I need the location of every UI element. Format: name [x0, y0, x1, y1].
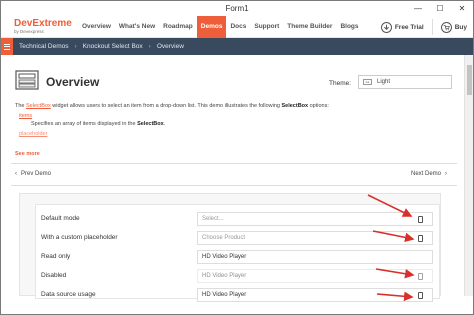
theme-selector[interactable]: Aa Light [358, 75, 452, 89]
breadcrumb-separator-icon: › [74, 43, 77, 50]
window-controls: — ☐ ✕ [407, 1, 473, 16]
selectbox-value: HD Video Player [202, 254, 247, 260]
nav-blogs[interactable]: Blogs [336, 16, 362, 38]
header-divider [431, 19, 433, 35]
breadcrumb-item: Overview [156, 43, 184, 50]
breadcrumb-item[interactable]: Knockout Select Box [83, 43, 143, 50]
see-more-link[interactable]: See more [15, 151, 40, 157]
logo-text: DevExtreme [14, 17, 72, 29]
selectbox-read-only[interactable]: HD Video Player [197, 250, 433, 264]
selectbox-default[interactable]: Select... [197, 212, 433, 226]
selectbox-data-source[interactable]: HD Video Player [197, 288, 433, 302]
breadcrumb: Technical Demos › Knockout Select Box › … [1, 38, 473, 55]
window-title: Form1 [225, 4, 249, 13]
option-placeholder-link[interactable]: placeholder [19, 131, 165, 137]
selectbox-value: HD Video Player [202, 292, 247, 298]
field-label: Data source usage [41, 291, 96, 298]
selectbox-placeholder: Choose Product [202, 235, 246, 241]
nav-demos[interactable]: Demos [196, 15, 227, 38]
selectbox-disabled: HD Video Player [197, 269, 433, 283]
nav-support[interactable]: Support [250, 16, 283, 38]
demo-form: Default mode Select... With a custom pla… [35, 204, 440, 302]
chevron-left-icon: ‹ [15, 171, 17, 177]
selectbox-custom-placeholder[interactable]: Choose Product [197, 231, 433, 245]
nav-docs[interactable]: Docs [226, 16, 250, 38]
field-label: With a custom placeholder [41, 234, 118, 241]
site-header: DevExtreme by Devexpress Overview What's… [1, 15, 473, 38]
row-data-source: Data source usage HD Video Player [36, 288, 436, 302]
divider [11, 185, 457, 186]
main-nav: Overview What's New Roadmap Demos Docs S… [78, 15, 363, 38]
devextreme-logo[interactable]: DevExtreme by Devexpress [1, 17, 72, 35]
demo-panel: Default mode Select... With a custom pla… [19, 193, 441, 302]
overview-illustration-icon [15, 70, 39, 90]
download-icon [380, 21, 392, 33]
theme-value: Light [377, 79, 391, 85]
header-actions: Free Trial Buy [380, 16, 467, 38]
option-items-link[interactable]: items [19, 113, 165, 119]
close-button[interactable]: ✕ [451, 1, 473, 16]
demo-description: The SelectBox widget allows users to sel… [15, 103, 329, 109]
cart-icon [440, 21, 452, 33]
selectbox-link[interactable]: SelectBox [26, 103, 51, 109]
window-titlebar: Form1 — ☐ ✕ [1, 1, 473, 16]
divider [11, 163, 457, 164]
row-disabled: Disabled HD Video Player [36, 269, 436, 283]
dropdown-icon [418, 292, 423, 299]
free-trial-link[interactable]: Free Trial [395, 24, 424, 31]
selectbox-value: HD Video Player [202, 273, 247, 279]
dropdown-icon [418, 273, 423, 280]
nav-theme-builder[interactable]: Theme Builder [283, 16, 336, 38]
row-custom-placeholder: With a custom placeholder Choose Product [36, 231, 436, 245]
selectbox-placeholder: Select... [202, 216, 224, 222]
nav-roadmap[interactable]: Roadmap [159, 16, 197, 38]
next-demo-link[interactable]: Next Demo › [411, 171, 447, 177]
page-title: Overview [46, 75, 100, 89]
theme-swatch-icon: Aa [363, 79, 372, 85]
dropdown-icon [418, 235, 423, 242]
dropdown-icon [418, 216, 423, 223]
field-label: Read only [41, 253, 71, 260]
breadcrumb-separator-icon: › [148, 43, 151, 50]
maximize-button[interactable]: ☐ [429, 1, 451, 16]
option-items-description: Specifies an array of items displayed in… [31, 121, 166, 127]
menu-icon[interactable] [1, 38, 13, 55]
nav-overview[interactable]: Overview [78, 16, 115, 38]
field-label: Disabled [41, 272, 67, 279]
buy-link[interactable]: Buy [455, 24, 467, 31]
chevron-right-icon: › [445, 171, 447, 177]
breadcrumb-item[interactable]: Technical Demos [19, 43, 69, 50]
prev-demo-link[interactable]: ‹ Prev Demo [15, 171, 51, 177]
vertical-scrollbar[interactable] [464, 55, 473, 296]
field-label: Default mode [41, 215, 80, 222]
app-window: Form1 — ☐ ✕ DevExtreme by Devexpress Ove… [0, 0, 474, 315]
theme-label: Theme: [329, 80, 352, 87]
minimize-button[interactable]: — [407, 1, 429, 16]
main-content: Overview Theme: Aa Light The SelectBox w… [1, 55, 473, 302]
row-default-mode: Default mode Select... [36, 212, 436, 226]
logo-subtext: by Devexpress [14, 28, 44, 34]
nav-whats-new[interactable]: What's New [115, 16, 159, 38]
row-read-only: Read only HD Video Player [36, 250, 436, 264]
options-list: items Specifies an array of items displa… [19, 113, 165, 137]
